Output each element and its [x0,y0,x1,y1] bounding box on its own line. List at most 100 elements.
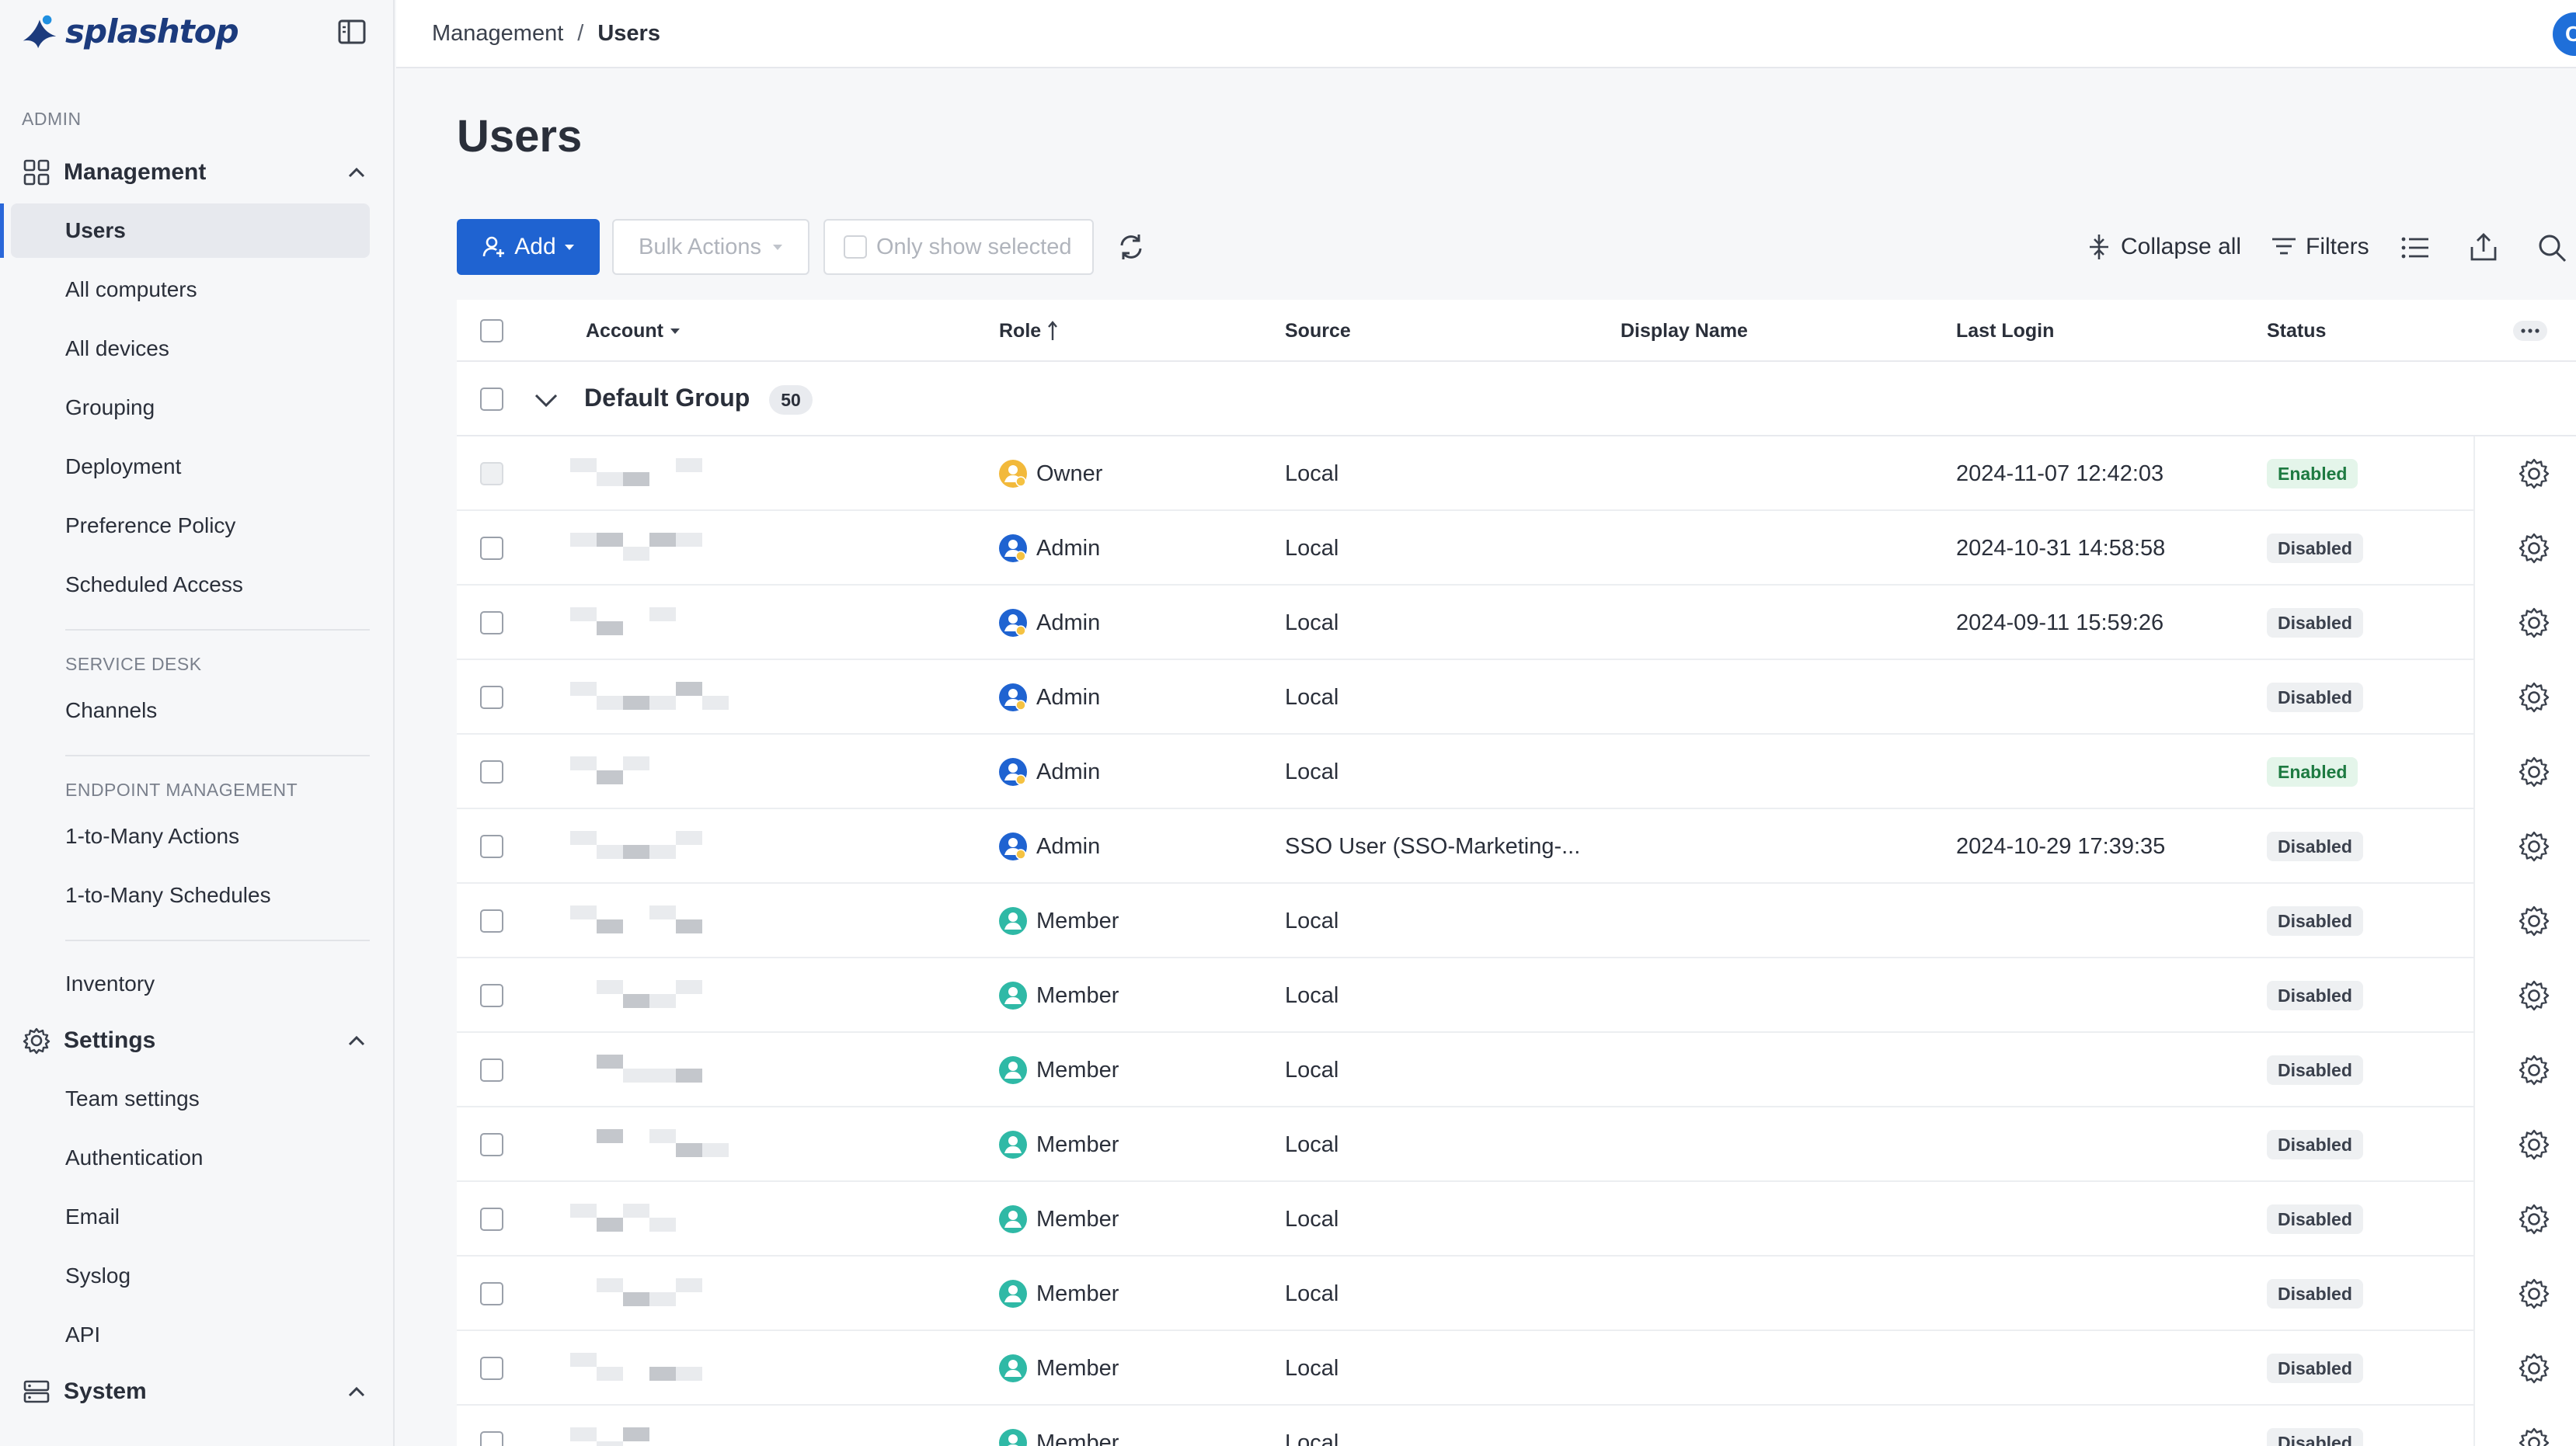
nav-group-management[interactable]: Management [22,151,371,194]
table-row[interactable]: Owner Local 2024-11-07 12:42:03 Enabled [457,436,2576,511]
sidebar-item-syslog[interactable]: Syslog [11,1249,370,1303]
table-row[interactable]: Admin Local 2024-09-11 15:59:26 Disabled [457,586,2576,660]
more-options-icon[interactable] [2512,320,2548,342]
row-settings-gear-icon[interactable] [2517,1202,2551,1236]
table-row[interactable]: Member Local Disabled [457,884,2576,958]
sidebar-item-all-computers[interactable]: All computers [11,262,370,317]
row-checkbox[interactable] [480,537,503,560]
table-row[interactable]: Admin Local Disabled [457,660,2576,735]
chevron-up-icon[interactable] [345,1380,368,1403]
redacted-pixel [649,905,676,919]
row-settings-gear-icon[interactable] [2517,1128,2551,1162]
role-cell: Member [997,1406,1119,1446]
row-settings-gear-icon[interactable] [2517,531,2551,565]
search-icon[interactable] [2536,231,2568,264]
sidebar-collapse-icon[interactable] [337,19,367,45]
sidebar-item-api[interactable]: API [11,1308,370,1362]
sidebar-item-1-to-many-actions[interactable]: 1-to-Many Actions [11,809,370,864]
member-role-icon [999,982,1027,1010]
chevron-down-icon[interactable] [533,388,559,412]
sidebar-item-inventory[interactable]: Inventory [11,957,370,1011]
row-settings-gear-icon[interactable] [2517,904,2551,938]
last-login-cell: 2024-10-29 17:39:35 [1956,833,2166,859]
sidebar-item-grouping[interactable]: Grouping [11,381,370,435]
row-checkbox[interactable] [480,1208,503,1231]
row-checkbox[interactable] [480,1058,503,1082]
row-settings-gear-icon[interactable] [2517,755,2551,789]
sidebar-item-email[interactable]: Email [11,1190,370,1244]
table-row[interactable]: Admin SSO User (SSO-Marketing-... 2024-10-… [457,809,2576,884]
table-row[interactable]: Admin Local Enabled [457,735,2576,809]
row-checkbox[interactable] [480,1133,503,1156]
sidebar-item-preference-policy[interactable]: Preference Policy [11,499,370,553]
column-account[interactable]: Account [586,300,681,362]
column-status[interactable]: Status [2267,300,2326,362]
list-view-icon[interactable] [2399,231,2432,264]
status-badge: Enabled [2267,757,2358,787]
select-all-checkbox[interactable] [480,319,503,342]
table-row[interactable]: Member Local Disabled [457,958,2576,1033]
avatar[interactable]: C [2553,12,2576,56]
sidebar-item-scheduled-access[interactable]: Scheduled Access [11,558,370,612]
redacted-pixel [597,621,623,635]
row-checkbox[interactable] [480,686,503,709]
table-row[interactable]: Member Local Disabled [457,1406,2576,1446]
breadcrumb-management[interactable]: Management [432,21,563,47]
group-row-default[interactable]: Default Group 50 [457,362,2576,436]
row-settings-gear-icon[interactable] [2517,978,2551,1013]
row-checkbox[interactable] [480,835,503,858]
only-show-selected-checkbox[interactable] [844,235,867,259]
breadcrumb: Management / Users [432,21,660,47]
sidebar-item-1-to-many-schedules[interactable]: 1-to-Many Schedules [11,868,370,923]
row-checkbox[interactable] [480,760,503,784]
table-row[interactable]: Member Local Disabled [457,1257,2576,1331]
add-button[interactable]: Add [457,219,600,275]
table-row[interactable]: Member Local Disabled [457,1182,2576,1257]
column-display-name[interactable]: Display Name [1620,300,1748,362]
filters-button[interactable]: Filters [2270,219,2369,275]
sidebar-item-deployment[interactable]: Deployment [11,440,370,494]
column-role[interactable]: Role [999,300,1058,362]
row-checkbox[interactable] [480,984,503,1007]
row-settings-gear-icon[interactable] [2517,680,2551,714]
status-cell: Disabled [2267,958,2363,1033]
row-settings-gear-icon[interactable] [2517,1351,2551,1385]
chevron-up-icon[interactable] [345,161,368,184]
row-checkbox[interactable] [480,611,503,634]
row-checkbox[interactable] [480,1282,503,1305]
group-checkbox[interactable] [480,388,503,411]
sidebar-item-team-settings[interactable]: Team settings [11,1072,370,1126]
collapse-all-button[interactable]: Collapse all [2085,219,2241,275]
row-checkbox[interactable] [480,1431,503,1446]
row-settings-gear-icon[interactable] [2517,1426,2551,1446]
row-settings-gear-icon[interactable] [2517,829,2551,864]
table-row[interactable]: Member Local Disabled [457,1107,2576,1182]
role-label: Owner [1036,461,1103,486]
status-cell: Disabled [2267,1107,2363,1182]
only-show-selected-toggle[interactable]: Only show selected [823,219,1094,275]
top-bar: Management / Users C [396,0,2576,68]
sidebar-item-channels[interactable]: Channels [11,683,370,738]
row-settings-gear-icon[interactable] [2517,1053,2551,1087]
row-settings-gear-icon[interactable] [2517,606,2551,640]
table-row[interactable]: Admin Local 2024-10-31 14:58:58 Disabled [457,511,2576,586]
row-checkbox[interactable] [480,909,503,933]
nav-group-settings[interactable]: Settings [22,1019,371,1062]
column-source[interactable]: Source [1285,300,1351,362]
chevron-up-icon[interactable] [345,1029,368,1052]
nav-group-system[interactable]: System [22,1370,371,1413]
table-row[interactable]: Member Local Disabled [457,1033,2576,1107]
table-row[interactable]: Member Local Disabled [457,1331,2576,1406]
row-settings-gear-icon[interactable] [2517,457,2551,491]
redacted-pixel [570,607,597,621]
column-last-login[interactable]: Last Login [1956,300,2054,362]
row-settings-gear-icon[interactable] [2517,1277,2551,1311]
row-checkbox[interactable] [480,1357,503,1380]
sidebar-item-all-devices[interactable]: All devices [11,322,370,376]
refresh-icon[interactable] [1116,231,1147,262]
bulk-actions-button[interactable]: Bulk Actions [612,219,809,275]
sidebar-item-authentication[interactable]: Authentication [11,1131,370,1185]
sidebar-item-users[interactable]: Users [0,203,370,258]
export-icon[interactable] [2467,231,2500,264]
splashtop-logo[interactable]: splashtop [17,11,239,51]
